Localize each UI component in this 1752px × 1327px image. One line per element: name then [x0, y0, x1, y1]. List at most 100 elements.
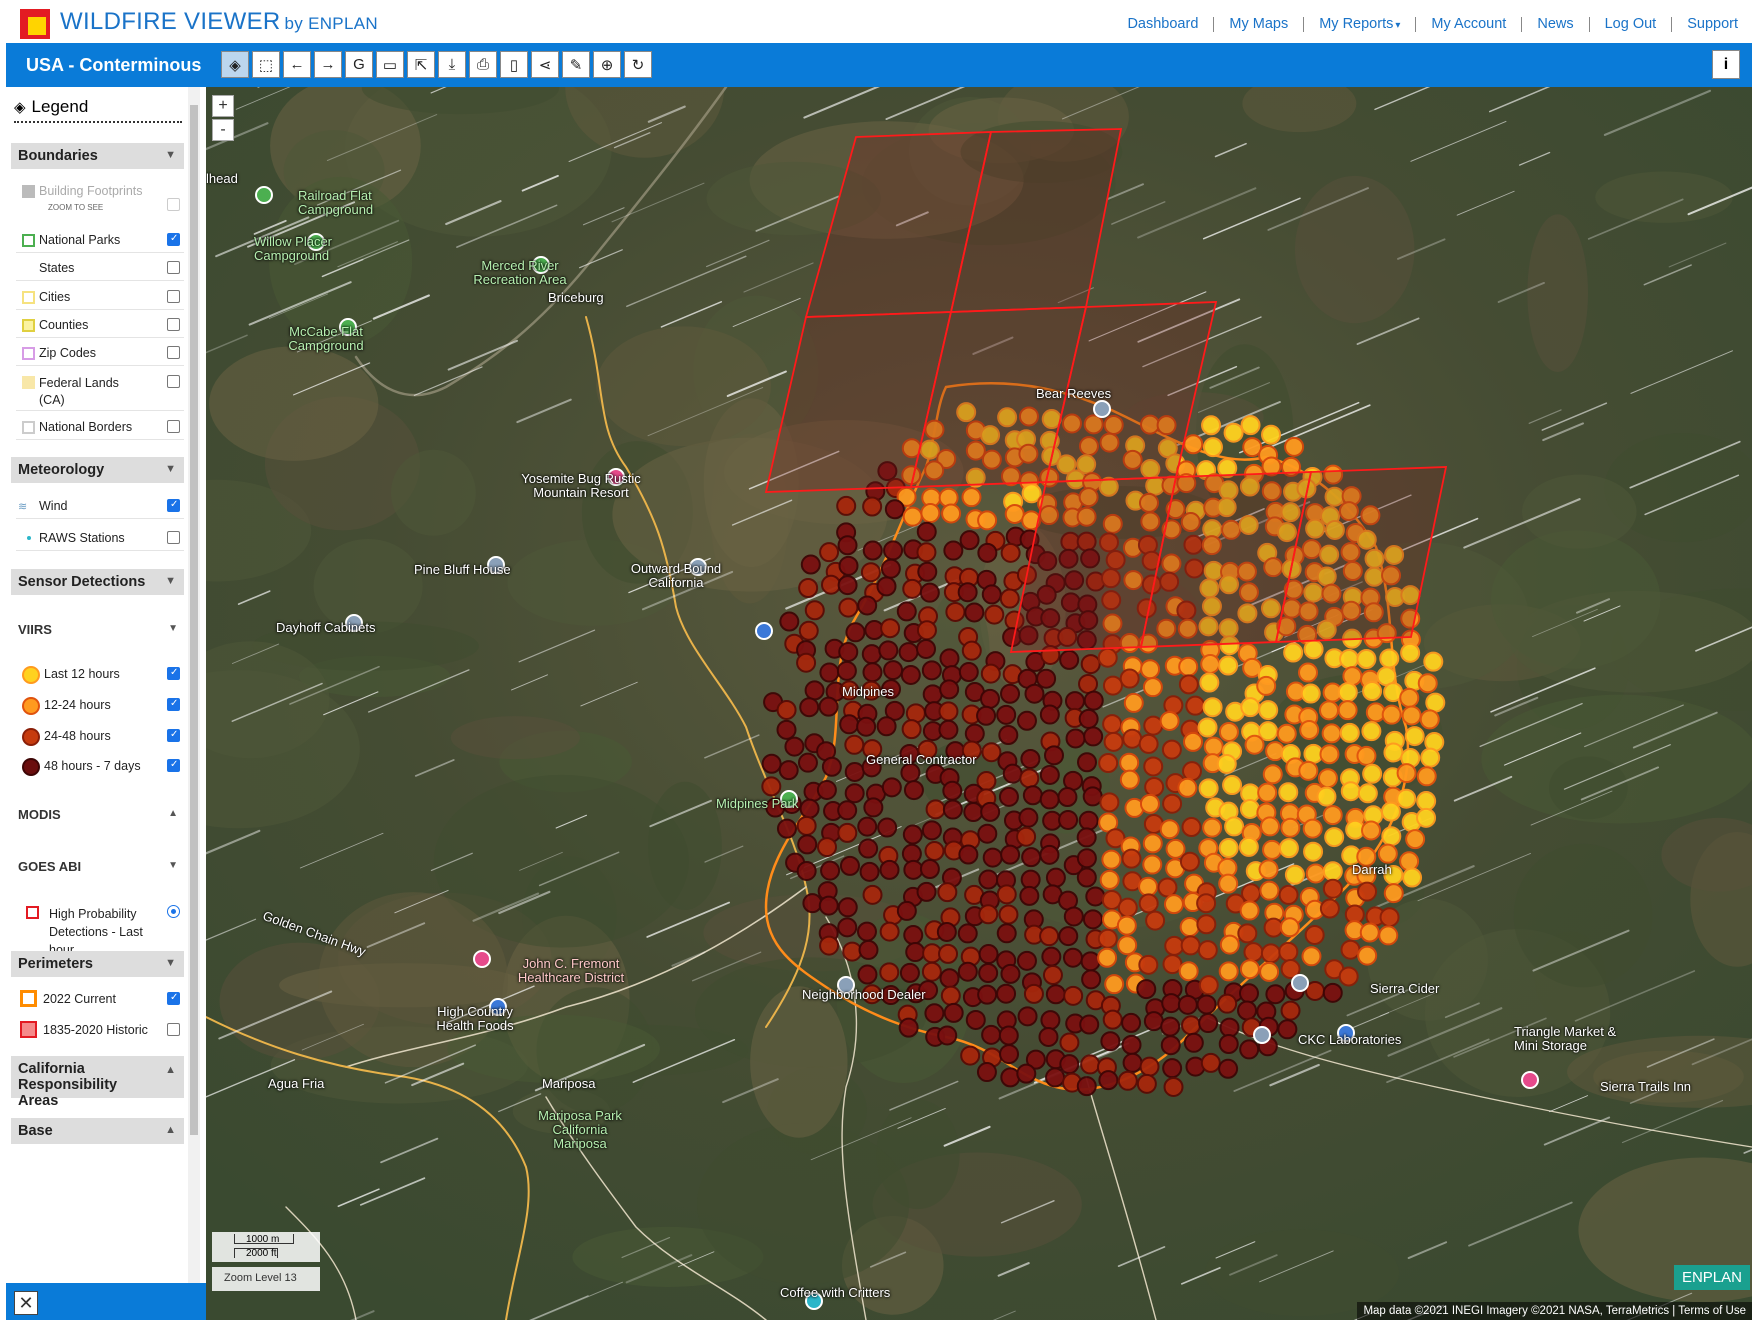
national-borders-swatch-icon	[22, 421, 35, 434]
nav-log-out[interactable]: Log Out	[1605, 16, 1657, 32]
brand-title[interactable]: WILDFIRE VIEWER by ENPLAN	[60, 8, 378, 36]
national-parks-checkbox[interactable]	[167, 233, 180, 246]
app-logo-icon[interactable]	[20, 9, 50, 39]
perimeter-current-checkbox[interactable]	[167, 992, 180, 1005]
legend-item-viirs-7d[interactable]: 48 hours - 7 days	[16, 759, 184, 779]
section-perimeters[interactable]: Perimeters ▼	[11, 951, 184, 977]
legend-item-federal-lands[interactable]: Federal Lands (CA)	[16, 375, 184, 411]
viirs-header[interactable]: VIIRS ▼	[18, 622, 184, 637]
zoom-out-button[interactable]: -	[212, 119, 234, 141]
download-icon[interactable]: ⤓	[438, 51, 466, 78]
legend-item-cities[interactable]: Cities	[16, 290, 184, 310]
goes-radio[interactable]	[167, 905, 180, 918]
section-meteorology[interactable]: Meteorology ▼	[11, 457, 184, 483]
forward-arrow-icon[interactable]: →	[314, 51, 342, 78]
fire-detection-marker	[1136, 979, 1157, 1000]
fire-detection-marker	[1183, 731, 1204, 752]
viirs-12h-checkbox[interactable]	[167, 667, 180, 680]
fire-detection-marker	[800, 554, 821, 575]
section-base[interactable]: Base ▲	[11, 1118, 184, 1144]
legend-item-viirs-24h[interactable]: 12-24 hours	[16, 698, 184, 718]
fire-detection-marker	[916, 638, 937, 659]
viirs-24h-checkbox[interactable]	[167, 698, 180, 711]
legend-item-counties[interactable]: Counties	[16, 318, 184, 338]
legend-item-raws[interactable]: RAWS Stations	[16, 531, 184, 551]
select-box-icon[interactable]: ⬚	[252, 51, 280, 78]
legend-item-2022-current[interactable]: 2022 Current	[16, 990, 184, 1012]
section-california-label: California Responsibility Areas	[18, 1061, 118, 1109]
fire-detection-marker	[1356, 648, 1377, 669]
federal-lands-swatch-icon	[22, 376, 35, 389]
nav-my-reports-label: My Reports	[1319, 16, 1394, 32]
viirs-48h-checkbox[interactable]	[167, 729, 180, 742]
nav-my-maps[interactable]: My Maps	[1229, 16, 1288, 32]
edit-icon[interactable]: ✎	[562, 51, 590, 78]
federal-lands-checkbox[interactable]	[167, 375, 180, 388]
legend-item-zip-codes[interactable]: Zip Codes	[16, 346, 184, 366]
legend-item-states[interactable]: States	[16, 261, 184, 281]
ruler-icon[interactable]: ▭	[376, 51, 404, 78]
fire-detection-marker	[964, 602, 985, 623]
modis-header[interactable]: MODIS ▲	[18, 807, 184, 822]
identify-icon[interactable]: ⇱	[407, 51, 435, 78]
legend-item-viirs-48h[interactable]: 24-48 hours	[16, 729, 184, 749]
fire-detection-marker	[1280, 817, 1301, 838]
fire-detection-marker	[896, 900, 917, 921]
enplan-badge[interactable]: ENPLAN	[1673, 1265, 1750, 1290]
info-icon[interactable]: i	[1712, 50, 1740, 79]
map-view[interactable]: + - lhead Railroad Flat Campground Willo…	[206, 87, 1752, 1320]
print-icon[interactable]: ⎙	[469, 51, 497, 78]
nav-support[interactable]: Support	[1687, 16, 1738, 32]
bookmark-icon[interactable]: ▯	[500, 51, 528, 78]
locate-icon[interactable]: ⊕	[593, 51, 621, 78]
cities-checkbox[interactable]	[167, 290, 180, 303]
zip-codes-checkbox[interactable]	[167, 346, 180, 359]
legend-item-national-borders[interactable]: National Borders	[16, 420, 184, 440]
fire-detection-marker	[798, 578, 819, 599]
counties-checkbox[interactable]	[167, 318, 180, 331]
share-icon[interactable]: ⋖	[531, 51, 559, 78]
place-label: Midpines Park	[716, 796, 799, 811]
states-checkbox[interactable]	[167, 261, 180, 274]
scrollbar-thumb[interactable]	[190, 105, 198, 1135]
fire-detection-marker	[898, 1017, 919, 1038]
close-panel-icon[interactable]: ✕	[14, 1291, 38, 1315]
refresh-icon[interactable]: ↻	[624, 51, 652, 78]
section-california[interactable]: California Responsibility Areas ▲	[11, 1056, 184, 1109]
legend-item-wind[interactable]: ≋ Wind	[16, 499, 184, 519]
modis-label: MODIS	[18, 807, 61, 822]
layers-icon[interactable]: ◈	[221, 51, 249, 78]
viirs-7d-checkbox[interactable]	[167, 759, 180, 772]
google-icon[interactable]: G	[345, 51, 373, 78]
fire-detection-marker	[1082, 786, 1103, 807]
nav-news[interactable]: News	[1537, 16, 1573, 32]
wind-checkbox[interactable]	[167, 499, 180, 512]
nav-my-account[interactable]: My Account	[1431, 16, 1506, 32]
fire-detection-marker	[1139, 793, 1160, 814]
section-sensor-detections[interactable]: Sensor Detections ▼	[11, 569, 184, 595]
fire-detection-marker	[1196, 994, 1217, 1015]
national-parks-label: National Parks	[39, 233, 121, 247]
region-title[interactable]: USA - Conterminous	[26, 55, 201, 76]
nav-dashboard[interactable]: Dashboard	[1127, 16, 1198, 32]
zoom-in-button[interactable]: +	[212, 95, 234, 117]
map-canvas[interactable]	[206, 87, 1752, 1320]
goes-header[interactable]: GOES ABI ▼	[18, 859, 184, 874]
back-arrow-icon[interactable]: ←	[283, 51, 311, 78]
legend-item-national-parks[interactable]: National Parks	[16, 233, 184, 253]
nav-my-reports[interactable]: My Reports ▾	[1319, 16, 1400, 32]
legend-item-historic[interactable]: 1835-2020 Historic	[16, 1021, 184, 1043]
fire-detection-marker	[1198, 1013, 1219, 1034]
legend-scrollbar[interactable]	[188, 87, 200, 1283]
raws-checkbox[interactable]	[167, 531, 180, 544]
fire-detection-marker	[1322, 982, 1343, 1003]
national-borders-checkbox[interactable]	[167, 420, 180, 433]
fire-detection-marker	[1416, 807, 1437, 828]
terrain-patch	[1527, 214, 1589, 373]
legend-item-viirs-12h[interactable]: Last 12 hours	[16, 667, 184, 687]
map-attribution[interactable]: Map data ©2021 INEGI Imagery ©2021 NASA,…	[1357, 1302, 1752, 1320]
fire-detection-marker	[1259, 961, 1280, 982]
section-boundaries[interactable]: Boundaries ▼	[11, 143, 184, 169]
perimeter-historic-checkbox[interactable]	[167, 1023, 180, 1036]
nav-divider	[1303, 16, 1305, 32]
